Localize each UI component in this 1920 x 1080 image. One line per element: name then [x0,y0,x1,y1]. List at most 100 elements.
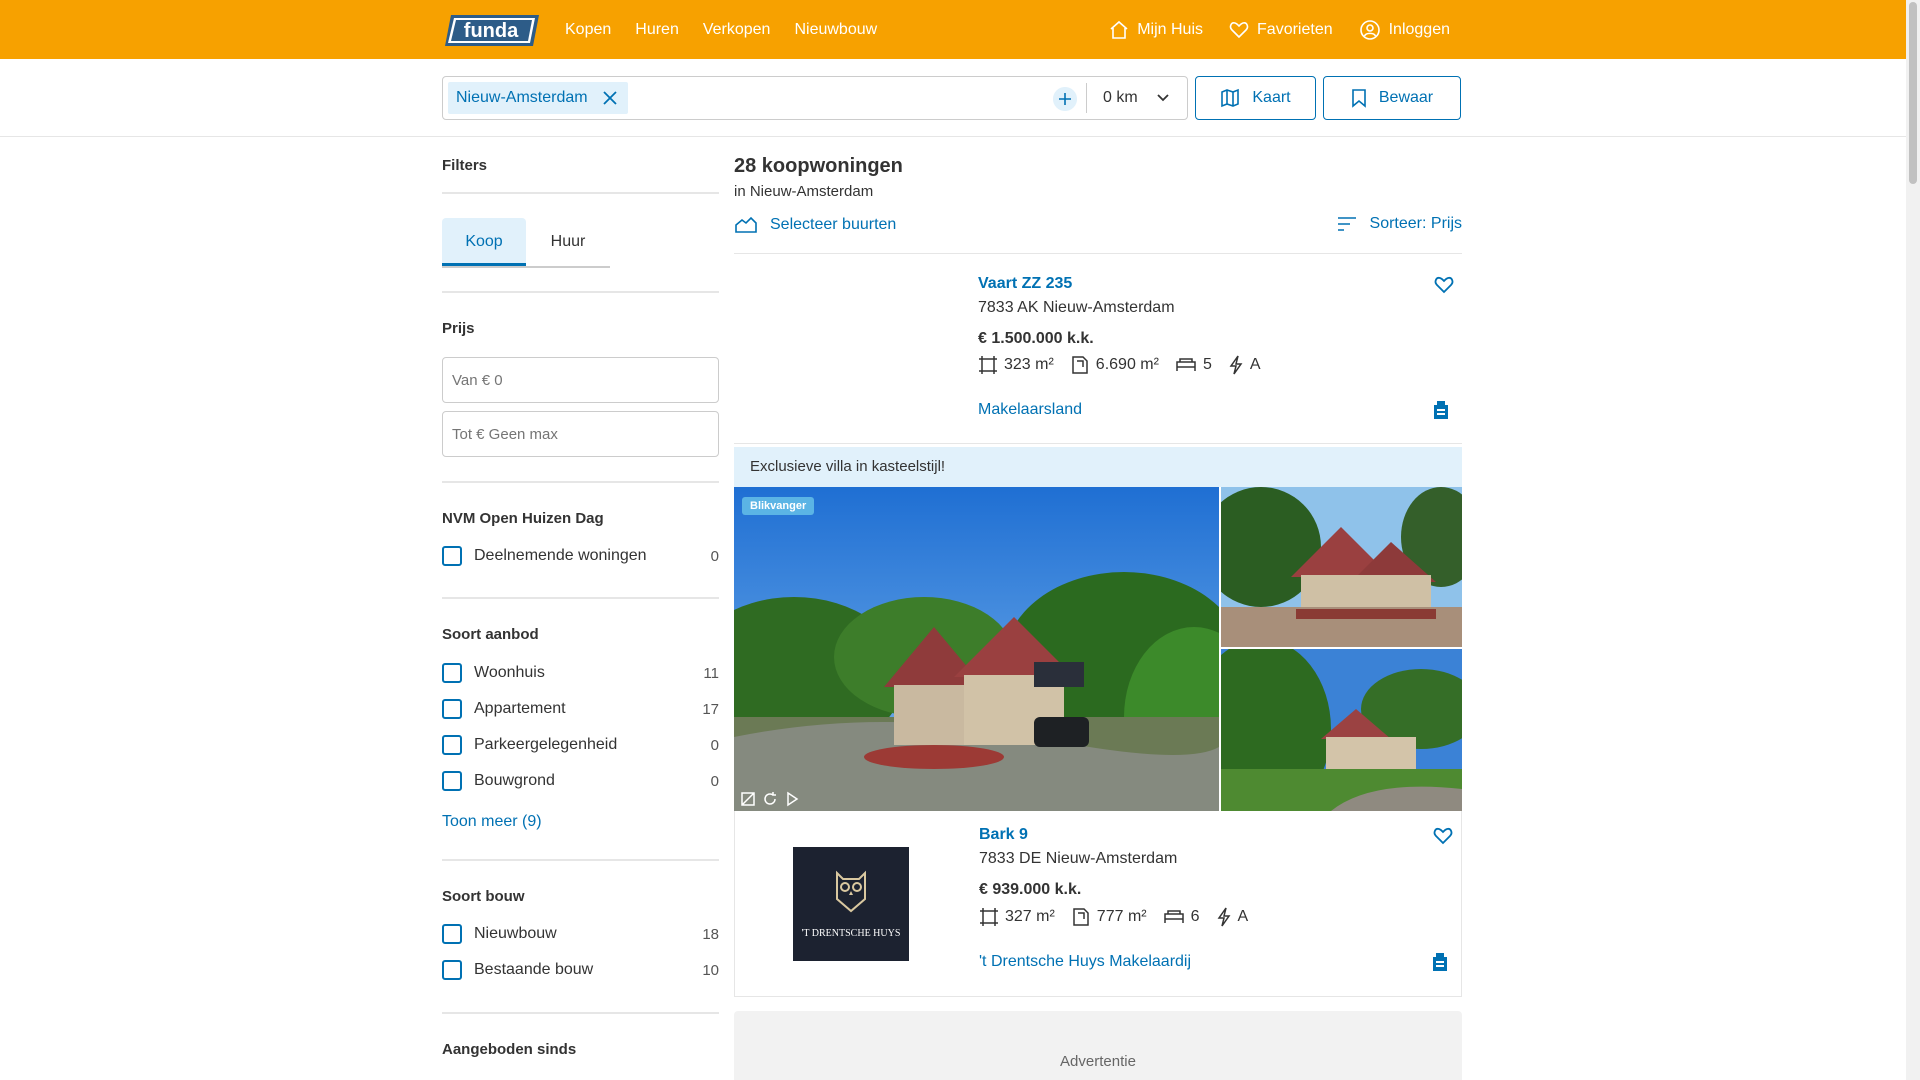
close-icon[interactable] [602,90,618,106]
map-icon [1221,88,1240,108]
checkbox-label: Woonhuis [474,664,545,681]
photo-gallery-icon[interactable] [740,791,756,807]
search-divider [1086,83,1087,113]
inloggen-link[interactable]: Inloggen [1359,19,1450,41]
energy-label: A [1216,907,1248,927]
main-photo[interactable]: Blikvanger [734,487,1219,811]
checkbox-count: 17 [702,700,719,718]
listing-card[interactable]: Vaart ZZ 235 7833 AK Nieuw-Amsterdam € 1… [734,254,1462,444]
filters-title: Filters [442,157,488,174]
nav-nieuwbouw[interactable]: Nieuwbouw [794,21,877,39]
checkbox[interactable] [442,924,462,944]
add-location-icon[interactable] [1053,87,1077,111]
checkbox-parkeergelegenheid[interactable]: Parkeergelegenheid 0 [442,734,719,756]
favorite-heart-icon[interactable] [1434,275,1454,295]
play-icon[interactable] [784,791,800,807]
listing-agent[interactable]: Makelaarsland [978,401,1082,419]
sort-button[interactable]: Sorteer: Prijs [1337,215,1462,233]
checkbox-count: 10 [702,961,719,979]
nav-kopen[interactable]: Kopen [565,21,611,39]
checkbox[interactable] [442,663,462,683]
listing-address[interactable]: Bark 9 [979,826,1028,844]
checkbox-count: 18 [702,925,719,943]
owl-logo-icon [836,870,866,913]
bed-icon [1176,358,1196,371]
checkbox[interactable] [442,735,462,755]
scrollbar-thumb[interactable] [1909,2,1917,184]
main-nav: Kopen Huren Verkopen Nieuwbouw [565,0,901,59]
checkbox[interactable] [442,699,462,719]
checkbox-bouwgrond[interactable]: Bouwgrond 0 [442,770,719,792]
location-chip-label: Nieuw-Amsterdam [456,89,588,106]
sort-icon [1337,217,1356,231]
listing-card[interactable]: 'T DRENTSCHE HUYS Bark 9 7833 DE Nieuw-A… [734,811,1462,997]
prijs-title: Prijs [442,320,475,337]
funda-logo[interactable]: funda [443,13,541,48]
listing-features: 327 m² 777 m² 6 A [979,907,1264,927]
divider [442,597,719,599]
divider [442,859,719,861]
house-icon [1110,20,1128,39]
agent-logo-text: 'T DRENTSCHE HUYS [801,928,901,939]
search-row: Nieuw-Amsterdam 0 km Kaart Bewaar [0,59,1906,137]
checkbox[interactable] [442,960,462,980]
divider [442,1012,719,1014]
living-area-icon [980,908,998,926]
checkbox-bestaande-bouw[interactable]: Bestaande bouw 10 [442,959,719,981]
plot-area-value: 6.690 m² [1095,356,1159,373]
selecteer-buurten-button[interactable]: Selecteer buurten [734,215,896,235]
radius-select[interactable]: 0 km [1103,77,1138,119]
tab-huur[interactable]: Huur [526,218,610,266]
checkbox-label: Nieuwbouw [474,925,557,942]
mijn-huis-link[interactable]: Mijn Huis [1109,20,1203,40]
nav-huren[interactable]: Huren [635,21,679,39]
listing-postcode-city: 7833 DE Nieuw-Amsterdam [979,850,1178,867]
sort-label: Sorteer: Prijs [1369,215,1462,232]
lightning-icon [1217,907,1230,927]
page-scrollbar[interactable] [1906,0,1920,1080]
listing-price: € 1.500.000 k.k. [978,330,1094,347]
toon-meer-link[interactable]: Toon meer (9) [442,813,542,831]
advertisement-label: Advertentie [1060,1053,1136,1070]
checkbox-label: Bestaande bouw [474,961,594,978]
kaart-button[interactable]: Kaart [1195,76,1316,120]
kaart-label: Kaart [1252,89,1291,106]
favorite-heart-icon[interactable] [1433,826,1453,846]
chevron-down-icon[interactable] [1156,91,1170,105]
side-photo-2[interactable] [1221,649,1462,811]
checkbox[interactable] [442,771,462,791]
nav-verkopen[interactable]: Verkopen [703,21,771,39]
tab-koop[interactable]: Koop [442,218,526,266]
checkbox-nieuwbouw[interactable]: Nieuwbouw 18 [442,923,719,945]
favorieten-link[interactable]: Favorieten [1229,20,1333,40]
bed-icon [1163,910,1184,923]
checkbox-count: 11 [703,664,719,682]
location-search-field[interactable]: Nieuw-Amsterdam 0 km [442,76,1188,120]
checkbox-appartement[interactable]: Appartement 17 [442,698,719,720]
360-view-icon[interactable] [762,791,778,807]
checkbox[interactable] [442,546,462,566]
checkbox-deelnemende-woningen[interactable]: Deelnemende woningen 0 [442,545,719,567]
listing-features: 323 m² 6.690 m² 5 A [978,355,1277,375]
rooms: 6 [1163,907,1200,927]
villa-photo [734,487,1219,811]
checkbox-woonhuis[interactable]: Woonhuis 11 [442,662,719,684]
checkbox-label: Deelnemende woningen [474,547,647,564]
listing-agent[interactable]: 't Drentsche Huys Makelaardij [979,953,1191,971]
plot-area-icon [1073,908,1089,926]
villa-photo-3 [1221,649,1462,811]
results-subtitle: in Nieuw-Amsterdam [734,183,874,200]
side-photo-1[interactable] [1221,487,1462,647]
user-icon [1359,19,1380,40]
price-to-input[interactable] [442,411,719,457]
inloggen-label: Inloggen [1388,20,1450,38]
featured-photo-gallery[interactable]: Blikvanger [734,487,1462,811]
rooms-value: 5 [1202,356,1212,373]
living-area-icon [979,356,997,374]
divider [442,291,719,293]
bewaar-button[interactable]: Bewaar [1323,76,1461,120]
photo-controls [740,791,806,807]
price-from-input[interactable] [442,357,719,403]
listing-address[interactable]: Vaart ZZ 235 [978,275,1072,293]
checkbox-count: 0 [710,772,719,790]
